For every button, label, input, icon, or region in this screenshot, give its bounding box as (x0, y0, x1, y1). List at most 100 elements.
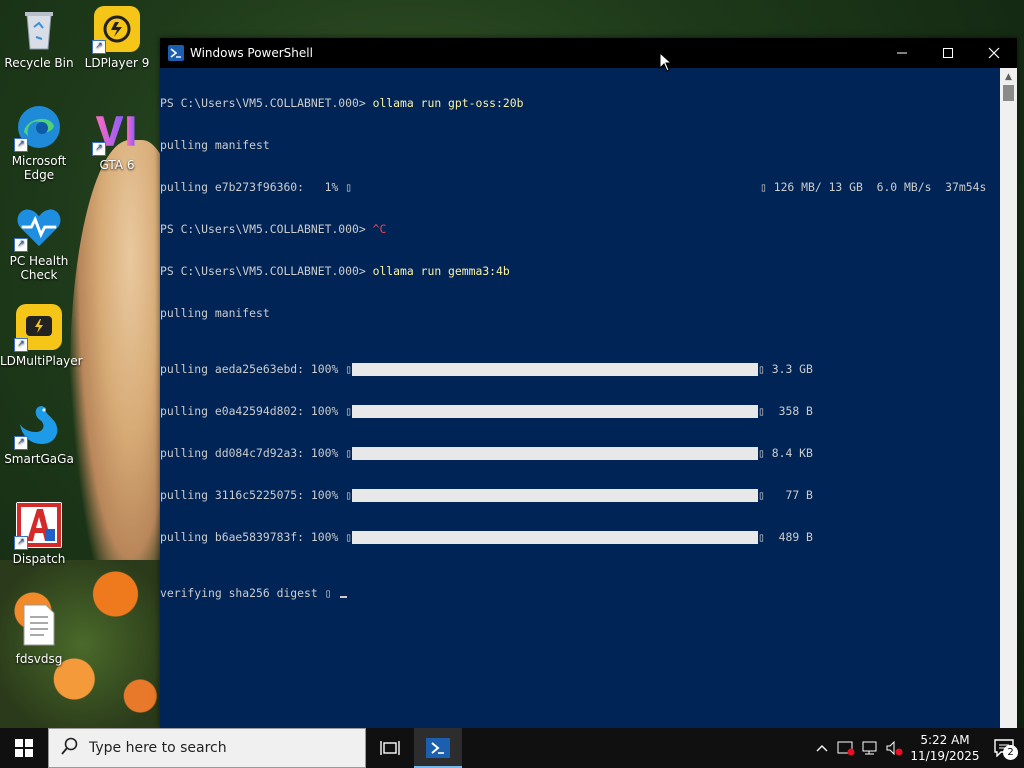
shortcut-arrow-icon: ↗ (14, 238, 28, 252)
edge-icon: ↗ (14, 104, 62, 152)
heart-pulse-icon: ↗ (14, 204, 62, 252)
shortcut-arrow-icon: ↗ (14, 536, 28, 550)
shortcut-arrow-icon: ↗ (92, 142, 106, 156)
desktop-icon-ldmultiplayer[interactable]: ↗ LDMultiPlayer (0, 304, 83, 368)
layer-id: pulling aeda25e63ebd: 100% ▯ (160, 362, 353, 376)
prompt-text: PS C:\Users\VM5.COLLABNET.000> (160, 96, 373, 110)
text-file-icon (16, 602, 62, 648)
terminal-line: pulling manifest (160, 306, 1000, 320)
search-placeholder: Type here to search (89, 740, 227, 756)
layer-id: pulling e0a42594d802: 100% ▯ (160, 404, 353, 418)
ldplayer-icon: ↗ (92, 6, 140, 54)
desktop-icon-label: LDMultiPlayer (0, 354, 83, 368)
download-stats: ▯ 126 MB/ 13 GB 6.0 MB/s 37m54s (760, 180, 987, 194)
desktop-icon-gta6[interactable]: ↗ GTA 6 (78, 108, 156, 172)
recycle-bin-icon (16, 6, 62, 52)
powershell-icon (426, 738, 450, 758)
vertical-scrollbar[interactable]: ▲ (1000, 68, 1017, 728)
desktop-icon-smartgaga[interactable]: ↗ SmartGaGa (0, 402, 78, 466)
layer-id: pulling b6ae5839783f: 100% ▯ (160, 530, 353, 544)
progress-bar (352, 446, 759, 460)
layer-row: pulling dd084c7d92a3: 100% ▯ ▯ 8.4 KB (160, 446, 1000, 460)
taskbar-clock[interactable]: 5:22 AM 11/19/2025 (910, 732, 980, 764)
windows-logo-icon (15, 739, 33, 757)
layer-row: pulling 3116c5225075: 100% ▯ ▯ 77 B (160, 488, 1000, 502)
taskbar: Type here to search 5:22 AM 11/19/2025 2 (0, 728, 1024, 768)
volume-muted-icon[interactable] (882, 728, 906, 768)
powershell-icon (168, 45, 184, 61)
scroll-up-arrow-icon[interactable]: ▲ (1000, 68, 1017, 85)
clock-date: 11/19/2025 (910, 749, 980, 763)
dispatch-icon: ↗ (14, 502, 62, 550)
close-button[interactable] (971, 38, 1017, 68)
terminal-line: pulling manifest (160, 138, 1000, 152)
taskbar-search-box[interactable]: Type here to search (48, 728, 366, 768)
layer-size: ▯ 8.4 KB (758, 446, 813, 460)
layer-size: ▯ 358 B (758, 404, 813, 418)
desktop-icon-label: Dispatch (12, 552, 66, 566)
maximize-button[interactable] (925, 38, 971, 68)
text-cursor (340, 596, 348, 598)
shortcut-arrow-icon: ↗ (14, 436, 28, 450)
layer-row: pulling b6ae5839783f: 100% ▯ ▯ 489 B (160, 530, 1000, 544)
shortcut-arrow-icon: ↗ (14, 338, 28, 352)
layer-size: ▯ 489 B (758, 530, 813, 544)
progress-bar (352, 530, 759, 544)
network-icon[interactable] (858, 728, 882, 768)
layer-id: pulling 3116c5225075: 100% ▯ (160, 488, 353, 502)
notification-count-badge: 2 (1003, 745, 1018, 760)
powershell-window[interactable]: Windows PowerShell PS C:\Users\VM5.COLLA… (160, 38, 1017, 728)
swan-icon: ↗ (14, 402, 62, 450)
desktop-icon-label: LDPlayer 9 (84, 56, 150, 70)
task-view-button[interactable] (366, 728, 414, 768)
desktop-icon-label: PC Health Check (9, 254, 69, 282)
desktop-icon-edge[interactable]: ↗ Microsoft Edge (0, 104, 78, 182)
terminal-line: pulling e7b273f96360: 1% ▯ ▯ 126 MB/ 13 G… (160, 180, 1000, 194)
layer-row: pulling e0a42594d802: 100% ▯ ▯ 358 B (160, 404, 1000, 418)
show-hidden-icons-chevron-up-icon[interactable] (810, 728, 834, 768)
output-text: pulling manifest (160, 138, 270, 152)
desktop-icon-pc-health-check[interactable]: ↗ PC Health Check (0, 204, 78, 282)
window-titlebar[interactable]: Windows PowerShell (160, 38, 1017, 68)
shortcut-arrow-icon: ↗ (14, 138, 28, 152)
output-text: pulling manifest (160, 306, 270, 320)
gta6-icon: ↗ (92, 108, 140, 156)
terminal-line: verifying sha256 digest ▯ (160, 586, 1000, 600)
scrollbar-thumb[interactable] (1003, 85, 1014, 101)
clock-time: 5:22 AM (920, 733, 970, 747)
taskbar-powershell-button[interactable] (414, 728, 462, 768)
system-tray: 5:22 AM 11/19/2025 2 (810, 728, 1024, 768)
desktop-icon-label: GTA 6 (99, 158, 135, 172)
task-view-icon (380, 741, 400, 755)
action-center-button[interactable]: 2 (984, 728, 1024, 768)
terminal-output[interactable]: PS C:\Users\VM5.COLLABNET.000> ollama ru… (160, 68, 1000, 728)
ctrl-c-text: ^C (372, 222, 387, 236)
desktop-icon-fdsvdsg[interactable]: fdsvdsg (0, 602, 78, 666)
progress-bar (352, 488, 759, 502)
desktop-icon-dispatch[interactable]: ↗ Dispatch (0, 502, 78, 566)
layer-row: pulling aeda25e63ebd: 100% ▯ ▯ 3.3 GB (160, 362, 1000, 376)
prompt-text: PS C:\Users\VM5.COLLABNET.000> (160, 222, 373, 236)
desktop-icon-recycle-bin[interactable]: Recycle Bin (0, 6, 78, 70)
command-text: ollama run gpt-oss:20b (372, 96, 524, 110)
prompt-text: PS C:\Users\VM5.COLLABNET.000> (160, 264, 373, 278)
desktop-icon-label: Microsoft Edge (11, 154, 67, 182)
desktop-icon-label: Recycle Bin (4, 56, 74, 70)
layer-size: ▯ 77 B (758, 488, 813, 502)
start-button[interactable] (0, 728, 48, 768)
minimize-button[interactable] (879, 38, 925, 68)
command-text: ollama run gemma3:4b (372, 264, 510, 278)
terminal-line: PS C:\Users\VM5.COLLABNET.000> ollama ru… (160, 96, 1000, 110)
desktop-icon-label: fdsvdsg (15, 652, 63, 666)
shortcut-arrow-icon: ↗ (92, 40, 106, 54)
terminal-line: PS C:\Users\VM5.COLLABNET.000> ^C (160, 222, 1000, 236)
verifying-text: verifying sha256 digest ▯ (160, 586, 339, 600)
terminal-line: PS C:\Users\VM5.COLLABNET.000> ollama ru… (160, 264, 1000, 278)
window-title: Windows PowerShell (190, 46, 313, 60)
ldmultiplayer-icon: ↗ (14, 304, 62, 352)
desktop-icon-ldplayer[interactable]: ↗ LDPlayer 9 (78, 6, 156, 70)
progress-bar (352, 362, 759, 376)
progress-bar (352, 404, 759, 418)
layer-id: pulling dd084c7d92a3: 100% ▯ (160, 446, 353, 460)
security-alert-icon[interactable] (834, 728, 858, 768)
